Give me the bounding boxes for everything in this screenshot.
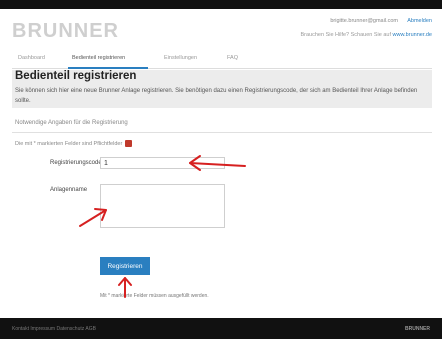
page-description: Sie können sich hier eine neue Brunner A… [15, 88, 418, 104]
annotation-overlay [79, 155, 246, 298]
help-bar: Brauchen Sie Hilfe? Schauen Sie auf www.… [301, 32, 433, 38]
brand-logo[interactable]: BRUNNER [12, 20, 119, 43]
section-divider [12, 132, 432, 133]
footer-links[interactable]: Kontakt Impressum Datenschutz AGB [12, 326, 96, 332]
top-bar [0, 0, 442, 9]
nav-item-register-device[interactable]: Bedienteil registrieren [72, 55, 125, 61]
device-name-label: Anlagenname [50, 187, 88, 193]
registration-code-input[interactable] [100, 157, 225, 169]
page-title: Bedienteil registrieren [15, 70, 137, 82]
help-text: Brauchen Sie Hilfe? Schauen Sie auf [300, 32, 392, 38]
section-heading: Notwendige Angaben für die Registrierung [15, 120, 128, 126]
form-footnote: Mit * markierte Felder müssen ausgefüllt… [100, 293, 209, 299]
nav-item-dashboard[interactable]: Dashboard [18, 55, 45, 61]
footer: Kontakt Impressum Datenschutz AGB BRUNNE… [0, 318, 442, 339]
register-button[interactable]: Registrieren [100, 257, 150, 275]
nav-item-settings[interactable]: Einstellungen [164, 55, 197, 61]
account-bar: brigitte.brunner@gmail.com Abmelden [330, 18, 432, 24]
device-name-textarea[interactable] [100, 184, 225, 228]
main-nav: Dashboard Bedienteil registrieren Einste… [12, 52, 432, 69]
info-icon [125, 140, 133, 147]
required-note-text: Die mit * markierten Felder sind Pflicht… [15, 140, 123, 147]
arrow-head-submit [118, 277, 132, 286]
active-tab-indicator [68, 67, 148, 69]
help-link[interactable]: www.brunner.de [393, 32, 432, 38]
logout-link[interactable]: Abmelden [407, 18, 432, 24]
account-email: brigitte.brunner@gmail.com [330, 18, 398, 24]
registration-code-label: Registrierungscode * [50, 160, 106, 166]
required-note: Die mit * markierten Felder sind Pflicht… [15, 140, 133, 147]
footer-brand: BRUNNER [405, 326, 430, 332]
nav-item-faq[interactable]: FAQ [227, 55, 238, 61]
